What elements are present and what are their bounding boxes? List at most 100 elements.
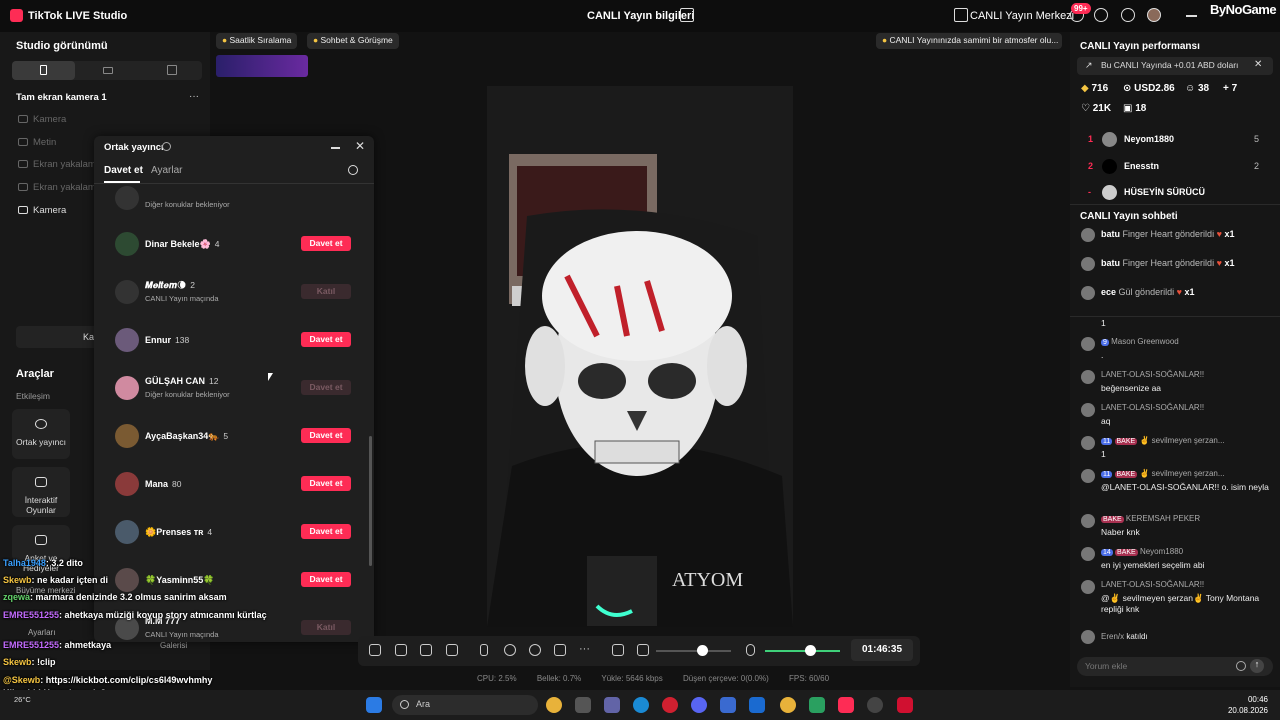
discord-icon[interactable] xyxy=(691,697,707,713)
effects-icon[interactable] xyxy=(369,644,381,656)
minimize-icon[interactable] xyxy=(1186,15,1197,17)
rank-1-name[interactable]: Neyom1880 xyxy=(1124,134,1174,144)
more-options-icon[interactable]: ··· xyxy=(579,643,590,655)
commenter-name[interactable]: LANET-OLASI-SOĞANLAR!! xyxy=(1101,370,1204,379)
files-icon[interactable] xyxy=(575,697,591,713)
mic-knob[interactable] xyxy=(805,645,816,656)
app-2-icon[interactable] xyxy=(867,697,883,713)
close-note-icon[interactable]: ✕ xyxy=(1254,59,1262,70)
rank-3-name[interactable]: HÜSEYİN SÜRÜCÜ xyxy=(1124,187,1205,197)
commenter-name[interactable]: ✌️ sevilmeyen şerzan... xyxy=(1139,469,1224,478)
camera-icon[interactable] xyxy=(420,644,432,656)
live-center-button[interactable]: CANLI Yayın Merkezi xyxy=(970,10,1074,22)
landscape-icon[interactable] xyxy=(103,67,113,74)
invite-button[interactable]: Davet et xyxy=(301,236,351,251)
rank-2-name[interactable]: Enesstn xyxy=(1124,161,1159,171)
mail-icon[interactable] xyxy=(720,697,736,713)
commenter-name[interactable]: KEREMSAH PEKER xyxy=(1126,514,1200,523)
co-host-name-text: Ennur xyxy=(145,335,171,345)
app-icon[interactable] xyxy=(809,697,825,713)
mic-icon[interactable] xyxy=(746,644,755,656)
commenter-name[interactable]: ✌️ sevilmeyen şerzan... xyxy=(1139,436,1224,445)
interaction-section: Etkileşim xyxy=(16,391,51,401)
tip-chip[interactable]: ● CANLI Yayınınızda samimi bir atmosfer … xyxy=(876,33,1062,49)
record-icon[interactable] xyxy=(504,644,516,656)
mixer-icon[interactable] xyxy=(612,644,624,656)
divider xyxy=(94,183,374,184)
add-source-label: Ka xyxy=(83,332,95,342)
phone-mode-icon[interactable] xyxy=(480,644,488,656)
comment-text: Naber knk xyxy=(1101,527,1140,537)
close-icon[interactable]: ✕ xyxy=(355,139,365,153)
games-tool[interactable]: İnteraktif Oyunlar xyxy=(12,467,70,517)
search-icon[interactable] xyxy=(348,165,358,175)
co-host-tool[interactable]: Ortak yayıncı xyxy=(12,409,70,459)
commenter-name[interactable]: Eren/x xyxy=(1101,632,1124,641)
video-icon[interactable] xyxy=(554,644,566,656)
tab-settings[interactable]: Ayarlar xyxy=(151,165,183,176)
chrome-icon[interactable] xyxy=(546,697,562,713)
pk-icon[interactable] xyxy=(529,644,541,656)
opera-icon[interactable] xyxy=(662,697,678,713)
commenter-name[interactable]: LANET-OLASI-SOĞANLAR!! xyxy=(1101,580,1204,589)
co-host-name-text: Mana xyxy=(145,479,169,489)
commenter-name[interactable]: Mason Greenwood xyxy=(1111,337,1179,346)
avatar[interactable] xyxy=(1147,8,1161,22)
tiktok-taskbar-icon[interactable] xyxy=(838,697,854,713)
invite-button[interactable]: Davet et xyxy=(301,524,351,539)
store-icon[interactable] xyxy=(749,697,765,713)
chat-meet-chip[interactable]: ● Sohbet & Görüşme xyxy=(307,33,399,49)
windows-start-icon[interactable] xyxy=(366,697,382,713)
poll-tool[interactable]: Anket ve Hediyeler xyxy=(12,525,70,573)
send-icon[interactable]: ↑ xyxy=(1250,659,1264,673)
user-plus-icon: + xyxy=(1223,83,1232,94)
help-icon[interactable] xyxy=(1094,8,1108,22)
emoji-icon[interactable] xyxy=(1236,661,1246,671)
mic-slider[interactable] xyxy=(765,650,840,652)
tab-invite[interactable]: Davet et xyxy=(104,165,143,176)
commenter: 9 Mason Greenwood xyxy=(1101,337,1179,346)
youtube-icon[interactable] xyxy=(897,697,913,713)
invite-button[interactable]: Davet et xyxy=(301,476,351,491)
more-icon[interactable]: ··· xyxy=(189,91,199,102)
volume-knob[interactable] xyxy=(697,645,708,656)
studio-view-dropdown[interactable]: Studio görünümü xyxy=(16,40,108,52)
chat-icon: ● xyxy=(313,35,321,45)
commenter-name[interactable]: LANET-OLASI-SOĞANLAR!! xyxy=(1101,403,1204,412)
share-icon[interactable] xyxy=(680,8,694,22)
capture-icon[interactable] xyxy=(446,644,458,656)
commenter-name[interactable]: Neyom1880 xyxy=(1140,547,1183,556)
live-info-button[interactable]: CANLI Yayın bilgileri xyxy=(587,10,694,22)
scene-icon[interactable] xyxy=(395,644,407,656)
taskbar-search[interactable]: Ara xyxy=(392,695,538,715)
speaker-icon[interactable] xyxy=(637,644,649,656)
chrome-2-icon[interactable] xyxy=(780,697,796,713)
scrollbar[interactable] xyxy=(369,436,372,566)
invite-button[interactable]: Davet et xyxy=(301,380,351,395)
hourly-ranking-chip[interactable]: ● Saatlik Sıralama xyxy=(216,33,298,49)
event-banner[interactable] xyxy=(216,55,308,77)
source-metin[interactable]: Metin xyxy=(33,137,56,148)
viewers-value: 38 xyxy=(1198,83,1210,94)
invite-button[interactable]: Katıl xyxy=(301,620,351,635)
invite-button[interactable]: Katıl xyxy=(301,284,351,299)
camera-scene-title[interactable]: Tam ekran kamera 1 xyxy=(16,92,107,103)
source-ekran-1[interactable]: Ekran yakalama xyxy=(33,159,101,170)
avatar xyxy=(1081,630,1095,644)
source-ekran-2[interactable]: Ekran yakalama xyxy=(33,182,101,193)
dual-icon[interactable] xyxy=(167,65,177,75)
invite-button[interactable]: Davet et xyxy=(301,428,351,443)
minimize-dialog-icon[interactable] xyxy=(331,147,340,149)
source-kamera-2[interactable]: Kamera xyxy=(33,205,66,216)
invite-button[interactable]: Davet et xyxy=(301,332,351,347)
volume-slider[interactable] xyxy=(656,650,731,652)
gear-icon[interactable] xyxy=(1121,8,1135,22)
edge-icon[interactable] xyxy=(633,697,649,713)
invite-button[interactable]: Davet et xyxy=(301,572,351,587)
source-kamera[interactable]: Kamera xyxy=(33,114,66,125)
gift-line: batu Finger Heart gönderildi ♥ x1 xyxy=(1101,258,1234,268)
info-icon[interactable] xyxy=(162,142,171,151)
diamond-icon: ◆ xyxy=(1081,83,1092,94)
avatar xyxy=(115,568,139,592)
teams-icon[interactable] xyxy=(604,697,620,713)
